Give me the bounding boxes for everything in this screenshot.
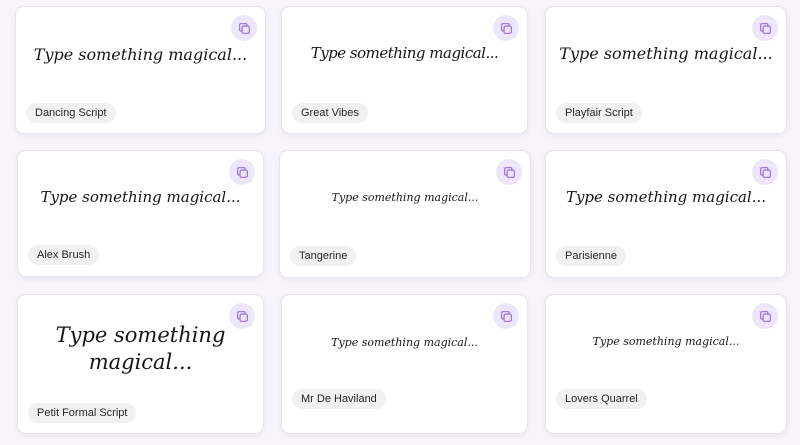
- font-name-badge: Petit Formal Script: [28, 403, 137, 423]
- font-sample-line-2: magical...: [88, 350, 193, 374]
- copy-button[interactable]: [493, 303, 519, 329]
- font-sample-text: Type something magical...: [33, 45, 248, 64]
- font-sample-text: Type something magical...: [592, 335, 740, 348]
- font-name-badge: Mr De Haviland: [292, 389, 386, 409]
- font-sample-text: Type something magical...: [565, 188, 767, 206]
- font-sample-text: Type something magical...: [310, 44, 499, 62]
- copy-button[interactable]: [752, 303, 778, 329]
- font-card[interactable]: Type something magical... Parisienne: [545, 150, 787, 278]
- copy-icon: [500, 310, 512, 322]
- copy-button[interactable]: [229, 159, 255, 185]
- copy-icon: [236, 166, 248, 178]
- copy-icon: [759, 166, 771, 178]
- copy-button[interactable]: [752, 159, 778, 185]
- font-sample-text: Type something magical...: [331, 191, 479, 204]
- copy-button[interactable]: [493, 15, 519, 41]
- copy-icon: [503, 166, 515, 178]
- font-name-badge: Great Vibes: [292, 103, 368, 123]
- font-name-badge: Alex Brush: [28, 245, 100, 265]
- font-card[interactable]: Type something magical... Alex Brush: [17, 150, 264, 277]
- copy-button[interactable]: [496, 159, 522, 185]
- font-name-badge: Parisienne: [556, 246, 626, 266]
- font-sample-text: Type something magical...: [40, 188, 241, 206]
- font-name-badge: Dancing Script: [26, 103, 116, 123]
- font-name-badge: Playfair Script: [556, 103, 642, 123]
- font-sample-line-1: Type something: [55, 323, 226, 347]
- font-name-badge: Lovers Quarrel: [556, 389, 647, 409]
- copy-button[interactable]: [752, 15, 778, 41]
- copy-icon: [238, 22, 250, 34]
- font-card[interactable]: Type something magical... Great Vibes: [281, 6, 528, 134]
- copy-icon: [759, 310, 771, 322]
- copy-icon: [236, 310, 248, 322]
- font-name-badge: Tangerine: [290, 246, 357, 266]
- copy-icon: [759, 22, 771, 34]
- font-card[interactable]: Type something magical... Mr De Haviland: [281, 294, 528, 434]
- font-card[interactable]: Type something magical... Tangerine: [279, 150, 531, 278]
- copy-button[interactable]: [231, 15, 257, 41]
- font-card[interactable]: Type something magical... Playfair Scrip…: [545, 6, 787, 134]
- font-card[interactable]: Type something magical... Dancing Script: [15, 6, 266, 134]
- copy-icon: [500, 22, 512, 34]
- font-card[interactable]: Type something magical... Petit Formal S…: [17, 294, 264, 434]
- font-card[interactable]: Type something magical... Lovers Quarrel: [545, 294, 787, 434]
- font-sample-text: Type something magical...: [331, 336, 478, 349]
- font-sample-text: Type something magical...: [559, 44, 773, 63]
